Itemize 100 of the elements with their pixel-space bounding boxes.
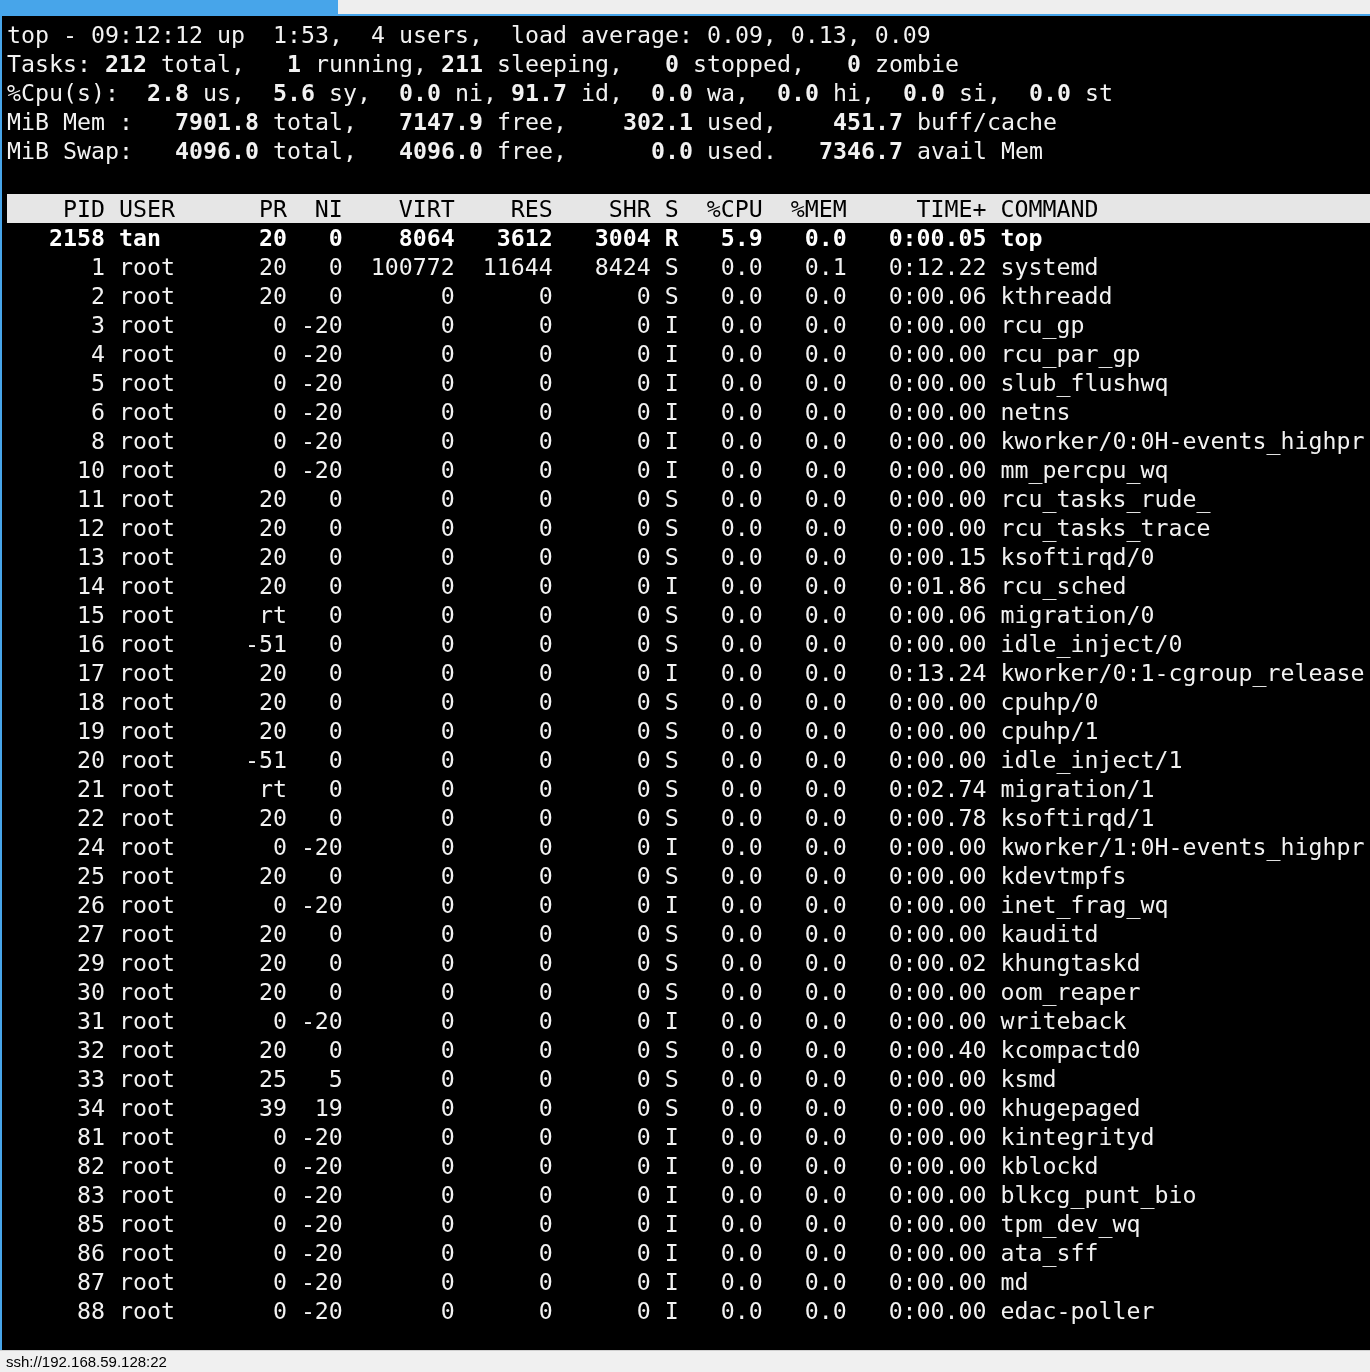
active-tab[interactable]	[0, 0, 338, 14]
table-cell-text: 4	[89, 339, 105, 368]
table-cell: khugepaged	[1000, 1093, 1141, 1122]
table-cell-text: 0.0	[719, 861, 763, 890]
table-cell-text: 0	[537, 368, 553, 397]
table-cell: rcu_tasks_rude_	[1000, 484, 1211, 513]
table-cell-text: 0.0	[803, 832, 847, 861]
table-cell-text: 19	[75, 716, 105, 745]
table-cell: S	[664, 600, 679, 629]
table-cell-text: 8	[89, 426, 105, 455]
table-cell-text: 0	[635, 1064, 651, 1093]
table-cell-text: 0	[327, 745, 343, 774]
status-text: ssh://192.168.59.128:22	[6, 1351, 167, 1372]
table-cell-text: 0	[439, 310, 455, 339]
table-cell-text: 0.0	[803, 426, 847, 455]
table-cell-text: 20	[257, 571, 287, 600]
table-cell-text: 0	[271, 832, 287, 861]
table-cell: netns	[1000, 397, 1071, 426]
table-cell-text: 0:00.00	[887, 1238, 987, 1267]
table-cell-text: rt	[257, 774, 287, 803]
table-cell-text: 0	[439, 1122, 455, 1151]
table-cell-text: 0	[439, 455, 455, 484]
table-cell: khungtaskd	[1000, 948, 1141, 977]
table-cell: S	[664, 774, 679, 803]
table-cell-text: root	[118, 1093, 176, 1122]
table-cell: ksmd	[1000, 1064, 1057, 1093]
table-cell: cpuhp/1	[1000, 716, 1099, 745]
table-cell-text: 0.0	[803, 484, 847, 513]
table-cell-text: 0	[439, 1151, 455, 1180]
table-cell-text: 0.0	[803, 339, 847, 368]
table-cell: S	[664, 803, 679, 832]
table-cell: tpm_dev_wq	[1000, 1209, 1141, 1238]
table-cell-text: 1	[89, 252, 105, 281]
table-cell: kworker/0:1-cgroup_release	[1000, 658, 1365, 687]
table-cell-text: 0	[439, 803, 455, 832]
table-cell: -20	[300, 397, 343, 426]
table-cell-text: 0	[439, 571, 455, 600]
table-cell-text: 0	[537, 745, 553, 774]
table-cell: -20	[300, 890, 343, 919]
table-cell-text: 0	[439, 281, 455, 310]
table-cell: I	[664, 1151, 679, 1180]
table-cell-text: 0	[439, 368, 455, 397]
table-cell-text: 0:00.00	[887, 861, 987, 890]
table-cell-text: root	[118, 687, 176, 716]
table-cell-text: 0	[537, 600, 553, 629]
table-cell-text: root	[118, 1209, 176, 1238]
table-cell-text: 0	[635, 513, 651, 542]
table-cell-text: 0	[439, 1064, 455, 1093]
table-cell-text: 0	[537, 658, 553, 687]
table-cell-text: 0.0	[719, 1093, 763, 1122]
table-cell-text: 0	[439, 687, 455, 716]
table-cell-text: 0	[327, 658, 343, 687]
table-cell-text: 29	[75, 948, 105, 977]
table-cell-text: 3004	[593, 223, 651, 252]
table-cell: I	[664, 1209, 679, 1238]
table-cell-text: 0	[537, 1151, 553, 1180]
table-cell: rcu_par_gp	[1000, 339, 1141, 368]
column-header: PR	[257, 194, 287, 223]
table-cell-text: 0:00.00	[887, 1151, 987, 1180]
table-cell-text: 0	[327, 774, 343, 803]
table-cell-text: 0	[537, 1035, 553, 1064]
table-cell-text: 39	[257, 1093, 287, 1122]
table-cell-text: 26	[75, 890, 105, 919]
table-cell-text: 20	[257, 948, 287, 977]
table-cell-text: 0	[439, 1180, 455, 1209]
table-cell-text: 0:00.00	[887, 1122, 987, 1151]
table-cell: kworker/0:0H-events_highpr	[1000, 426, 1365, 455]
table-cell-text: 86	[75, 1238, 105, 1267]
table-cell-text: root	[118, 977, 176, 1006]
table-cell: I	[664, 1267, 679, 1296]
table-cell-text: 0.0	[719, 658, 763, 687]
table-cell-text: root	[118, 571, 176, 600]
table-cell-text: 0	[635, 310, 651, 339]
table-cell-text: root	[118, 426, 176, 455]
table-cell-text: 0	[271, 339, 287, 368]
table-cell: migration/0	[1000, 600, 1155, 629]
table-cell-text: 27	[75, 919, 105, 948]
table-cell-text: root	[118, 484, 176, 513]
table-cell: I	[664, 658, 679, 687]
table-cell: blkcg_punt_bio	[1000, 1180, 1197, 1209]
table-cell-text: 0.0	[803, 542, 847, 571]
table-cell-text: 0	[439, 1267, 455, 1296]
table-cell: -20	[300, 426, 343, 455]
table-cell-text: 0.0	[803, 368, 847, 397]
table-cell-text: 20	[257, 252, 287, 281]
table-cell-text: 0:13.24	[887, 658, 987, 687]
table-cell-text: 0	[635, 1122, 651, 1151]
table-cell-text: 0	[439, 745, 455, 774]
table-cell: S	[664, 1064, 679, 1093]
table-cell-text: 0	[439, 716, 455, 745]
table-cell-text: 11	[75, 484, 105, 513]
table-cell-text: 83	[75, 1180, 105, 1209]
table-cell-text: 0	[327, 629, 343, 658]
summary-line: Tasks: 212 total, 1 running, 211 sleeping, 0 stopped, 0 zombie	[7, 50, 959, 77]
table-cell-text: 0	[271, 368, 287, 397]
table-cell-text: 0.0	[803, 397, 847, 426]
table-cell: -20	[300, 1296, 343, 1325]
table-cell-text: 0	[635, 977, 651, 1006]
table-cell-text: 32	[75, 1035, 105, 1064]
table-cell-text: root	[118, 600, 176, 629]
